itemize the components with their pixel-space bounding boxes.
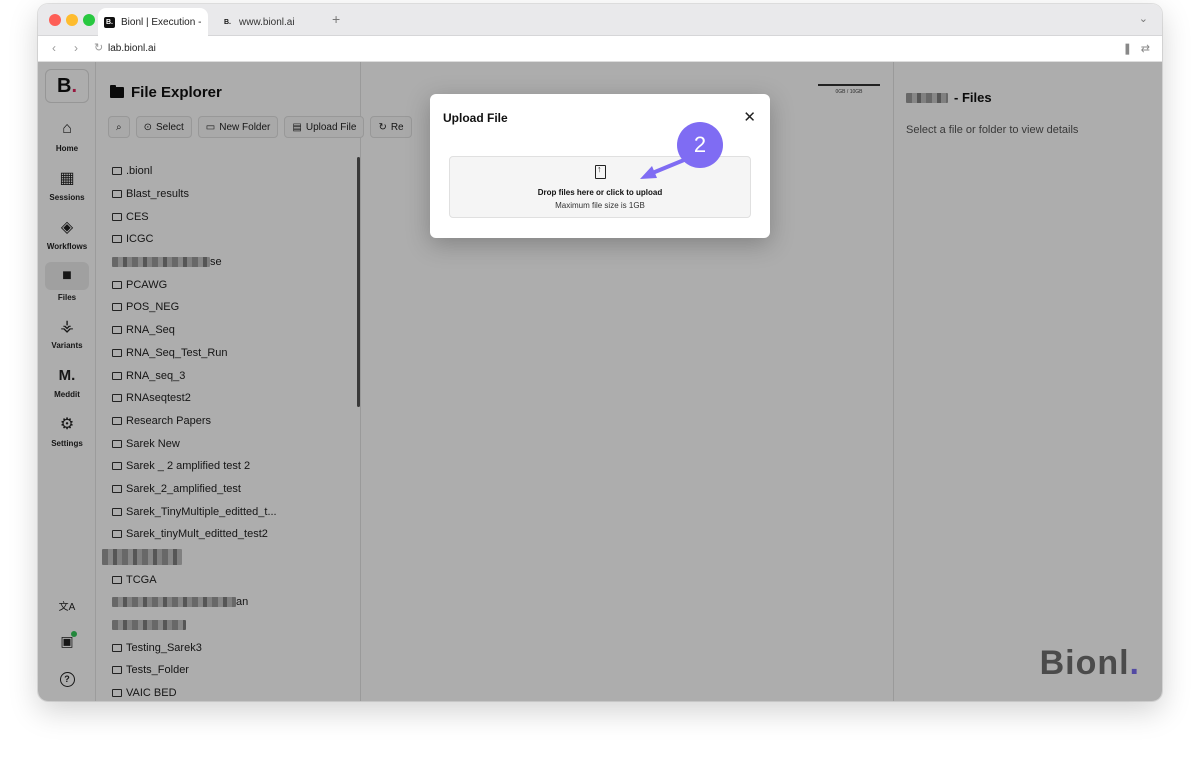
bionl-favicon-icon: B. — [104, 16, 115, 28]
tab-title: Bionl | Execution - — [121, 16, 202, 28]
tab-bionl-website[interactable]: B. www.bionl.ai — [218, 8, 328, 36]
back-icon[interactable]: ‹ — [52, 41, 56, 55]
settings-toggle-icon[interactable]: ⇄ — [1141, 42, 1150, 55]
app: B. ⌂ Home ▦ Sessions ◈ Workflows ■ Files… — [38, 62, 1162, 701]
minimize-window-button[interactable] — [66, 14, 78, 26]
dropzone-label: Drop files here or click to upload — [537, 188, 663, 197]
tab-bar: B. Bionl | Execution - B. www.bionl.ai +… — [38, 4, 1162, 36]
annotation-arrow-icon — [640, 158, 686, 179]
reload-icon[interactable]: ↻ — [94, 41, 103, 54]
close-icon[interactable]: ✕ — [743, 108, 756, 126]
upload-file-dialog: Upload File ✕ Drop files here or click t… — [430, 94, 770, 238]
forward-icon[interactable]: › — [74, 41, 78, 55]
file-upload-icon — [595, 164, 606, 179]
maximize-window-button[interactable] — [83, 14, 95, 26]
tab-bionl-execution[interactable]: B. Bionl | Execution - — [98, 8, 208, 36]
chevron-down-icon[interactable]: ⌄ — [1139, 12, 1148, 25]
new-tab-button[interactable]: + — [332, 11, 340, 27]
address-bar: ‹ › ↻ lab.bionl.ai ❚ ⇄ — [38, 36, 1162, 62]
bookmark-icon[interactable]: ❚ — [1123, 42, 1132, 55]
dropzone-size-hint: Maximum file size is 1GB — [555, 201, 645, 210]
tab-title: www.bionl.ai — [239, 16, 295, 28]
close-window-button[interactable] — [49, 14, 61, 26]
dialog-title: Upload File — [443, 111, 508, 125]
browser-window: B. Bionl | Execution - B. www.bionl.ai +… — [38, 4, 1162, 701]
bionl-favicon-icon: B. — [224, 18, 231, 26]
url-field[interactable]: lab.bionl.ai — [108, 43, 156, 54]
